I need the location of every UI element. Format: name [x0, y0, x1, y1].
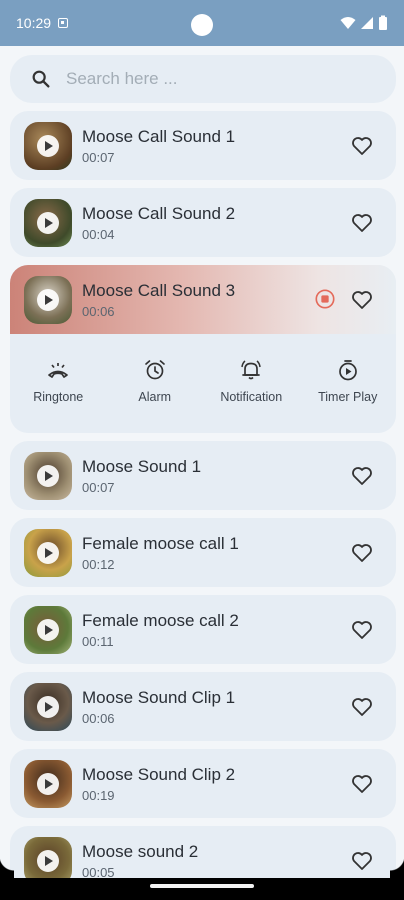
list-item[interactable]: Moose Sound Clip 2 00:19 [10, 749, 396, 818]
play-icon[interactable] [37, 695, 59, 718]
sound-title: Moose Sound Clip 1 [82, 687, 236, 707]
favorite-heart-icon[interactable] [350, 772, 374, 796]
sound-thumbnail[interactable] [24, 605, 72, 654]
sound-thumbnail[interactable] [24, 451, 72, 500]
alarm-label: Alarm [138, 390, 172, 404]
sound-duration: 00:06 [82, 303, 115, 319]
sound-title: Moose sound 2 [82, 841, 199, 861]
status-time: 10:29 [16, 15, 52, 31]
sound-thumbnail[interactable] [24, 682, 72, 731]
ringtone-label: Ringtone [33, 390, 84, 404]
sound-duration: 00:06 [82, 710, 115, 726]
notification-label: Notification [220, 390, 283, 404]
list-item-playing[interactable]: Moose Call Sound 3 00:06 Ringtone Alarm … [10, 265, 396, 433]
sound-duration: 00:07 [82, 149, 115, 165]
timer-play-label: Timer Play [318, 390, 378, 404]
sound-title: Moose Sound Clip 2 [82, 764, 236, 784]
ringtone-button[interactable]: Ringtone [10, 358, 107, 404]
sound-title: Moose Sound 1 [82, 456, 202, 476]
wifi-icon [340, 17, 356, 29]
search-input[interactable] [66, 69, 346, 89]
favorite-heart-icon[interactable] [350, 211, 374, 235]
search-bar[interactable] [10, 55, 396, 103]
sound-title: Moose Call Sound 3 [82, 280, 236, 300]
sound-duration: 00:07 [82, 479, 115, 495]
home-gesture-handle[interactable] [150, 884, 254, 888]
phone-ringing-icon [48, 363, 69, 378]
sound-thumbnail[interactable] [24, 759, 72, 808]
alarm-clock-icon [144, 360, 165, 380]
list-item[interactable]: Female moose call 1 00:12 [10, 518, 396, 587]
sound-title: Female moose call 2 [82, 610, 239, 630]
play-icon[interactable] [37, 288, 59, 311]
list-item[interactable]: Moose Sound Clip 1 00:06 [10, 672, 396, 741]
sound-duration: 00:04 [82, 226, 115, 242]
favorite-heart-icon[interactable] [350, 618, 374, 642]
sound-title: Moose Call Sound 2 [82, 203, 236, 223]
list-item[interactable]: Moose Call Sound 2 00:04 [10, 188, 396, 257]
sound-title: Female moose call 1 [82, 533, 239, 553]
battery-icon [379, 15, 387, 30]
list-item[interactable]: Moose Sound 1 00:07 [10, 441, 396, 510]
sound-actions: Ringtone Alarm Notification Timer Play [10, 334, 396, 433]
notification-button[interactable]: Notification [203, 358, 300, 404]
sound-list: Moose Call Sound 1 00:07 Moose Call Soun… [10, 111, 396, 900]
sound-duration: 00:12 [82, 556, 115, 572]
favorite-heart-icon[interactable] [350, 464, 374, 488]
notification-icon [58, 18, 69, 28]
favorite-heart-icon[interactable] [350, 541, 374, 565]
sound-thumbnail[interactable] [24, 121, 72, 170]
timer-play-icon [338, 360, 357, 381]
sound-thumbnail[interactable] [24, 528, 72, 577]
play-icon[interactable] [37, 464, 59, 487]
play-icon[interactable] [37, 211, 59, 234]
sound-title: Moose Call Sound 1 [82, 126, 236, 146]
sound-thumbnail[interactable] [24, 275, 72, 324]
camera-cutout [191, 14, 213, 36]
timer-play-button[interactable]: Timer Play [300, 358, 397, 404]
play-icon[interactable] [37, 134, 59, 157]
search-icon [32, 70, 50, 88]
bell-ringing-icon [241, 360, 261, 380]
play-icon[interactable] [37, 849, 59, 872]
play-icon[interactable] [37, 618, 59, 641]
gesture-nav-bar [0, 878, 404, 900]
list-item[interactable]: Moose Call Sound 1 00:07 [10, 111, 396, 180]
screen-corner [0, 856, 14, 878]
favorite-heart-icon[interactable] [350, 288, 374, 312]
play-icon[interactable] [37, 541, 59, 564]
play-icon[interactable] [37, 772, 59, 795]
list-item[interactable]: Female moose call 2 00:11 [10, 595, 396, 664]
favorite-heart-icon[interactable] [350, 849, 374, 873]
sound-duration: 00:11 [82, 633, 114, 649]
favorite-heart-icon[interactable] [350, 134, 374, 158]
signal-icon [361, 17, 373, 29]
sound-duration: 00:19 [82, 787, 115, 803]
alarm-button[interactable]: Alarm [107, 358, 204, 404]
favorite-heart-icon[interactable] [350, 695, 374, 719]
sound-thumbnail[interactable] [24, 198, 72, 247]
stop-icon[interactable] [314, 288, 336, 310]
screen-corner [390, 856, 404, 878]
